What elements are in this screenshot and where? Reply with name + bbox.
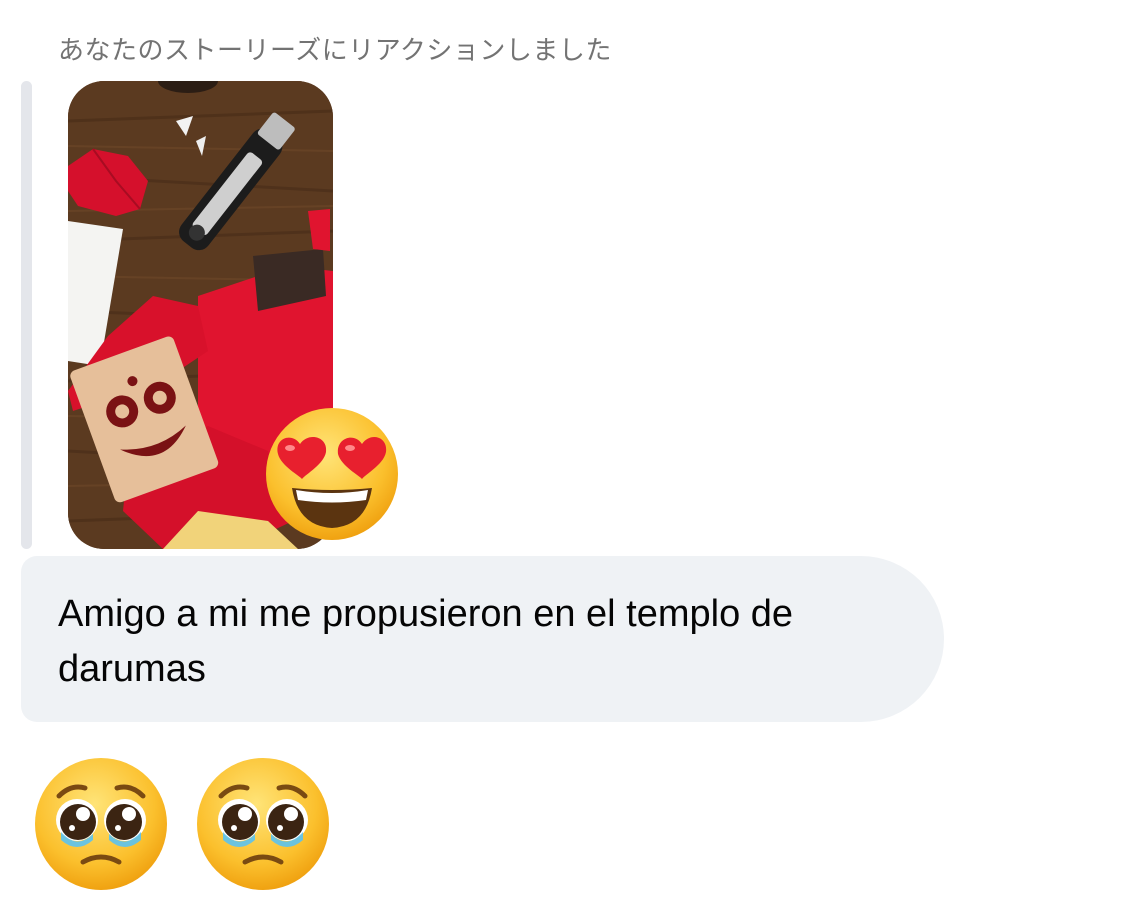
reaction-caption: あなたのストーリーズにリアクションしました [58,36,612,66]
pleading-face-icon [193,754,333,894]
story-reply-bar [21,81,32,549]
message-bubble[interactable]: Amigo a mi me propusieron en el templo d… [21,556,944,722]
message-text: Amigo a mi me propusieron en el templo d… [58,593,794,690]
pleading-face-icon [31,754,171,894]
heart-eyes-icon [262,404,402,544]
